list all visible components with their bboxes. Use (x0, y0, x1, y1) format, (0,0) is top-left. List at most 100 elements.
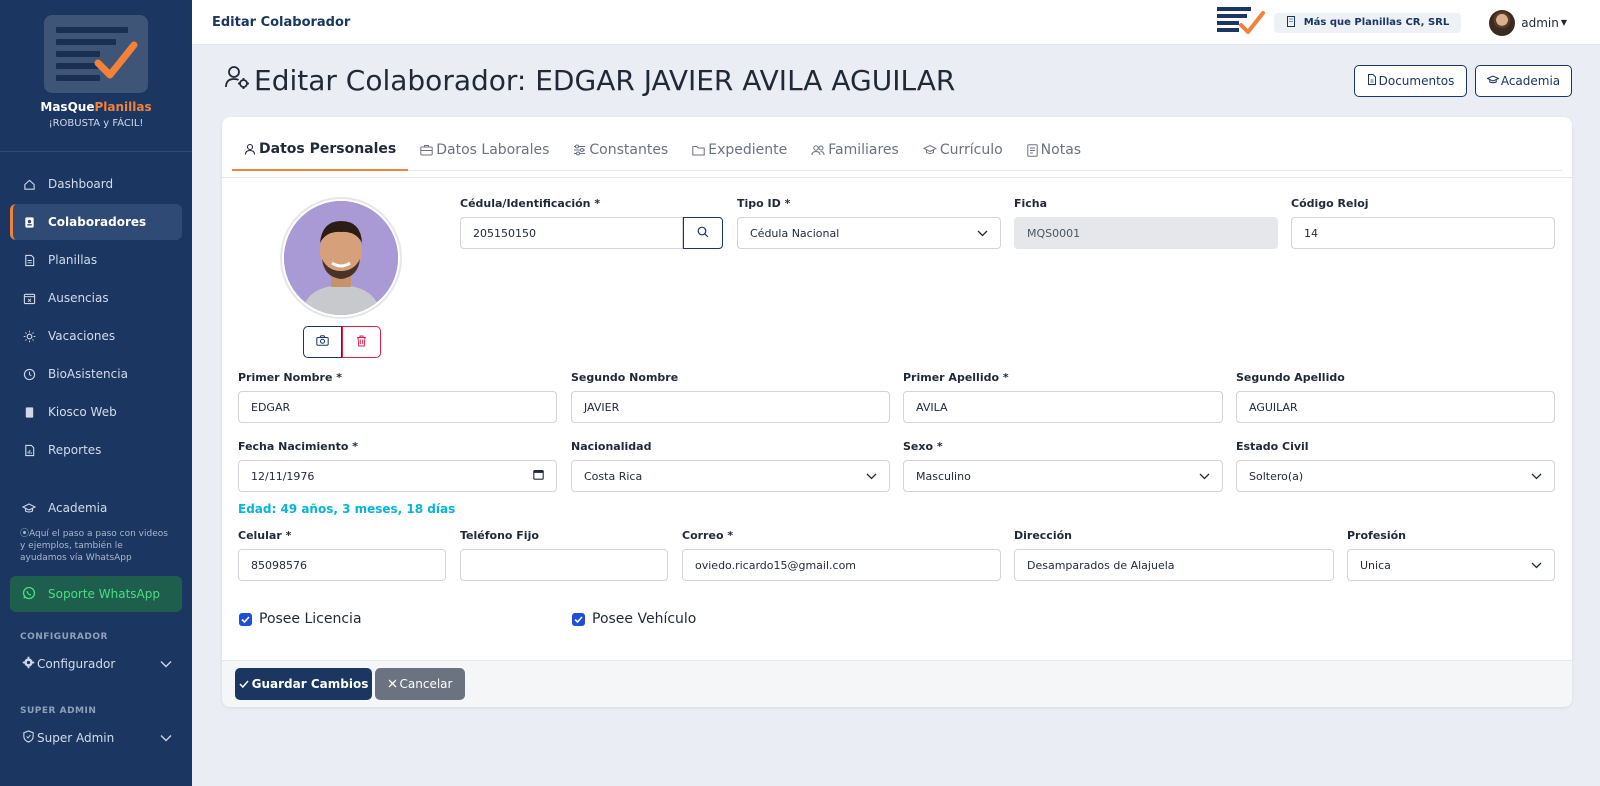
cedula-label: Cédula/Identificación * (460, 197, 601, 210)
tab-expediente[interactable]: Expediente (680, 129, 799, 171)
page-title: Editar Colaborador: EDGAR JAVIER AVILA A… (224, 64, 955, 97)
checkbox-checked[interactable] (239, 612, 252, 626)
upload-photo-button[interactable] (303, 326, 342, 358)
posee-vehiculo-checkbox[interactable]: Posee Vehículo (572, 611, 696, 627)
academia-button[interactable]: Academia (1475, 65, 1572, 97)
calendar-icon[interactable] (533, 469, 544, 483)
employee-form-card: Datos Personales Datos Laborales Constan… (222, 117, 1572, 707)
age-text: Edad: 49 años, 3 meses, 18 días (238, 502, 456, 516)
tab-label: Expediente (708, 142, 788, 158)
topbar-right: Más que Planillas CR, SRL admin ▼ (1216, 0, 1600, 45)
telefono-fijo-input[interactable] (460, 549, 668, 581)
delete-photo-button[interactable] (342, 326, 381, 358)
direccion-input[interactable]: Desamparados de Alajuela (1014, 549, 1334, 581)
ficha-input: MQS0001 (1014, 217, 1278, 249)
fecha-nacimiento-input[interactable]: 12/11/1976 (238, 460, 557, 492)
cedula-value: 205150150 (473, 226, 536, 240)
tipo-id-field: Tipo ID * Cédula Nacional (737, 197, 1001, 249)
user-name: admin (1521, 15, 1559, 30)
sidebar-item-label: Planillas (48, 253, 98, 267)
sidebar-item-academia[interactable]: Academia (10, 490, 182, 526)
tab-datos-laborales[interactable]: Datos Laborales (408, 129, 561, 171)
estado-civil-value: Soltero(a) (1249, 469, 1304, 483)
primer-nombre-input[interactable]: EDGAR (238, 391, 557, 423)
primer-nombre-value: EDGAR (251, 400, 291, 414)
chevron-down-icon (160, 657, 172, 671)
tab-label: Constantes (589, 142, 669, 158)
tipo-id-label: Tipo ID * (737, 197, 791, 210)
sidebar-item-configurador[interactable]: Configurador (10, 646, 182, 682)
nacionalidad-select[interactable]: Costa Rica (571, 460, 890, 492)
posee-licencia-checkbox[interactable]: Posee Licencia (239, 611, 362, 627)
celular-input[interactable]: 85098576 (238, 549, 446, 581)
sidebar-item-vacaciones[interactable]: Vacaciones (10, 318, 182, 354)
primer-apellido-field: Primer Apellido * AVILA (903, 371, 1223, 423)
sidebar-item-kiosco-web[interactable]: Kiosco Web (10, 394, 182, 430)
check-icon (239, 677, 249, 691)
segundo-nombre-label: Segundo Nombre (571, 371, 679, 384)
sidebar-item-label: Dashboard (48, 177, 114, 191)
app-logo-icon[interactable] (1216, 4, 1266, 41)
calendar-x-icon (22, 291, 36, 305)
logo[interactable] (44, 15, 148, 93)
home-icon (22, 177, 36, 191)
chevron-down-icon (160, 731, 172, 745)
sidebar-item-label: BioAsistencia (48, 367, 128, 381)
ficha-value: MQS0001 (1027, 226, 1081, 240)
documentos-button[interactable]: Documentos (1354, 65, 1467, 97)
correo-input[interactable]: oviedo.ricardo15@gmail.com (682, 549, 1001, 581)
tab-bar: Datos Personales Datos Laborales Constan… (232, 129, 1562, 171)
tab-datos-personales[interactable]: Datos Personales (232, 129, 409, 171)
checkbox-checked[interactable] (572, 612, 585, 626)
tab-familiares[interactable]: Familiares (799, 129, 911, 171)
tab-label: Notas (1040, 142, 1082, 158)
segundo-apellido-input[interactable]: AGUILAR (1236, 391, 1555, 423)
sidebar-item-dashboard[interactable]: Dashboard (10, 166, 182, 202)
tipo-id-select[interactable]: Cédula Nacional (737, 217, 1001, 249)
user-menu[interactable]: admin ▼ (1489, 9, 1567, 36)
sidebar-item-colaboradores[interactable]: Colaboradores (10, 204, 182, 240)
tab-constantes[interactable]: Constantes (561, 129, 680, 171)
tab-curriculo[interactable]: Currículo (911, 129, 1015, 171)
save-button[interactable]: Guardar Cambios (235, 668, 372, 700)
sidebar-item-super-admin[interactable]: Super Admin (10, 720, 182, 756)
codigo-reloj-input[interactable]: 14 (1291, 217, 1555, 249)
whatsapp-label: Soporte WhatsApp (48, 587, 160, 601)
sexo-select[interactable]: Masculino (903, 460, 1223, 492)
users-icon (811, 144, 825, 156)
tab-notas[interactable]: Notas (1015, 129, 1093, 171)
page-title-text: Editar Colaborador: EDGAR JAVIER AVILA A… (254, 64, 956, 97)
cedula-input[interactable]: 205150150 (460, 217, 683, 249)
id-badge-icon (22, 215, 36, 229)
sidebar-item-bioasistencia[interactable]: BioAsistencia (10, 356, 182, 392)
academia-button-label: Academia (1500, 74, 1561, 88)
save-button-label: Guardar Cambios (251, 677, 369, 691)
sidebar-item-label: Kiosco Web (48, 405, 117, 419)
sidebar-item-planillas[interactable]: Planillas (10, 242, 182, 278)
close-icon (388, 677, 397, 691)
company-selector[interactable]: Más que Planillas CR, SRL (1273, 12, 1462, 33)
nacionalidad-label: Nacionalidad (571, 440, 652, 453)
sidebar-item-label: Colaboradores (48, 215, 147, 229)
cancel-button[interactable]: Cancelar (375, 668, 465, 700)
primer-apellido-input[interactable]: AVILA (903, 391, 1223, 423)
sidebar-item-reportes[interactable]: Reportes (10, 432, 182, 468)
primer-apellido-value: AVILA (916, 400, 948, 414)
whatsapp-support-button[interactable]: Soporte WhatsApp (10, 576, 182, 612)
segundo-nombre-input[interactable]: JAVIER (571, 391, 890, 423)
sidebar-item-label: Configurador (37, 657, 116, 671)
estado-civil-select[interactable]: Soltero(a) (1236, 460, 1555, 492)
tipo-id-value: Cédula Nacional (750, 226, 840, 240)
sun-icon (22, 329, 36, 343)
ficha-label: Ficha (1014, 197, 1048, 210)
profesion-select[interactable]: Unica (1347, 549, 1555, 581)
form-footer: Guardar Cambios Cancelar (222, 660, 1572, 707)
tab-label: Datos Laborales (436, 142, 550, 158)
report-icon (22, 443, 36, 457)
primer-nombre-field: Primer Nombre * EDGAR (238, 371, 557, 423)
sidebar-item-ausencias[interactable]: Ausencias (10, 280, 182, 316)
cedula-search-button[interactable] (683, 217, 723, 249)
tablet-icon (22, 405, 36, 419)
academia-note: ⦿Aquí el paso a paso con videos y ejempl… (0, 528, 192, 564)
graduation-cap-icon (1486, 74, 1500, 88)
